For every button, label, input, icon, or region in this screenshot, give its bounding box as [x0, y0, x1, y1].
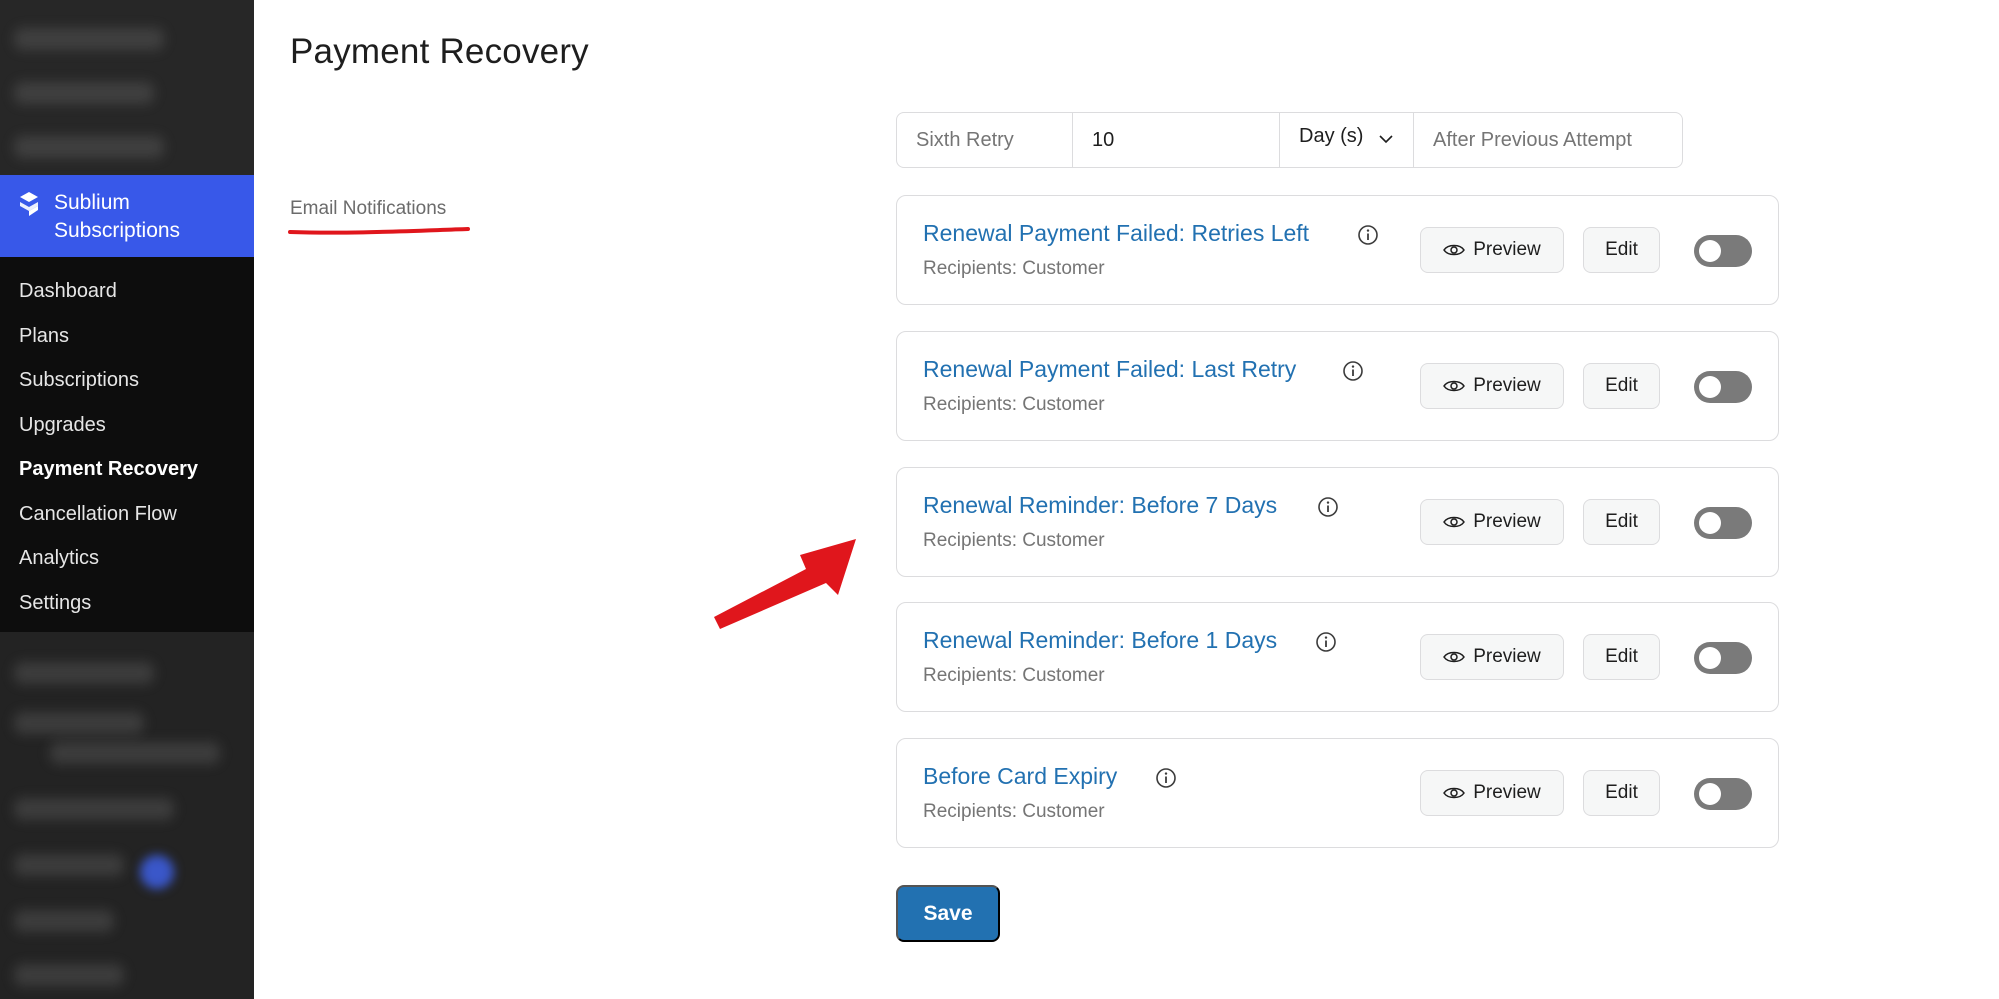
notification-recipients: Recipients: Customer — [923, 530, 1105, 551]
preview-label: Preview — [1473, 646, 1541, 667]
preview-label: Preview — [1473, 782, 1541, 803]
notification-title-link[interactable]: Renewal Reminder: Before 7 Days — [923, 492, 1277, 519]
red-arrow — [714, 539, 856, 629]
edit-button[interactable]: Edit — [1583, 770, 1660, 816]
blurred-menu-top — [0, 0, 254, 175]
notification-title-link[interactable]: Before Card Expiry — [923, 763, 1117, 790]
info-icon[interactable] — [1317, 496, 1339, 518]
notification-card: Renewal Payment Failed: Last Retry Recip… — [896, 331, 1779, 441]
sidebar-item-upgrades[interactable]: Upgrades — [0, 403, 254, 448]
save-button[interactable]: Save — [896, 885, 1000, 942]
notification-card: Renewal Payment Failed: Retries Left Rec… — [896, 195, 1779, 305]
notification-recipients: Recipients: Customer — [923, 258, 1105, 279]
retry-after-label: After Previous Attempt — [1433, 128, 1632, 151]
retry-unit-select[interactable]: Day (s) — [1280, 113, 1414, 167]
eye-icon — [1443, 380, 1466, 392]
notification-toggle[interactable] — [1694, 642, 1752, 674]
notification-card: Renewal Reminder: Before 1 Days Recipien… — [896, 602, 1779, 712]
section-label-email-notifications: Email Notifications — [290, 198, 447, 219]
retry-label: Sixth Retry — [897, 113, 1073, 167]
retry-days-input[interactable]: 10 — [1073, 113, 1280, 167]
blurred-badge — [140, 855, 174, 889]
sidebar-item-analytics[interactable]: Analytics — [0, 536, 254, 581]
notification-title-link[interactable]: Renewal Payment Failed: Retries Left — [923, 220, 1309, 247]
notification-title-link[interactable]: Renewal Payment Failed: Last Retry — [923, 356, 1296, 383]
toggle-knob — [1699, 647, 1721, 669]
notification-toggle[interactable] — [1694, 778, 1752, 810]
preview-label: Preview — [1473, 511, 1541, 532]
eye-icon — [1443, 516, 1466, 528]
notification-toggle[interactable] — [1694, 235, 1752, 267]
app: Sublium Subscriptions Dashboard Plans Su… — [0, 0, 1999, 999]
brand-label: Sublium Subscriptions — [54, 191, 181, 242]
info-icon[interactable] — [1357, 224, 1379, 246]
info-icon[interactable] — [1342, 360, 1364, 382]
notification-recipients: Recipients: Customer — [923, 665, 1105, 686]
retry-unit-value: Day (s) — [1299, 125, 1364, 147]
notification-card: Renewal Reminder: Before 7 Days Recipien… — [896, 467, 1779, 577]
sidebar-item-dashboard[interactable]: Dashboard — [0, 269, 254, 314]
sublium-logo-icon — [20, 192, 38, 216]
sidebar-item-plans[interactable]: Plans — [0, 314, 254, 359]
page-title: Payment Recovery — [290, 32, 589, 71]
sidebar-item-subscriptions[interactable]: Subscriptions — [0, 358, 254, 403]
toggle-knob — [1699, 376, 1721, 398]
notification-recipients: Recipients: Customer — [923, 801, 1105, 822]
notification-toggle[interactable] — [1694, 371, 1752, 403]
sidebar-item-payment-recovery[interactable]: Payment Recovery — [0, 447, 254, 492]
info-icon[interactable] — [1315, 631, 1337, 653]
eye-icon — [1443, 651, 1466, 663]
eye-icon — [1443, 244, 1466, 256]
blurred-menu-bottom — [0, 632, 254, 999]
notification-recipients: Recipients: Customer — [923, 394, 1105, 415]
sidebar-item-cancellation-flow[interactable]: Cancellation Flow — [0, 492, 254, 537]
red-underline — [288, 227, 470, 235]
submenu: Dashboard Plans Subscriptions Upgrades P… — [0, 257, 254, 632]
preview-label: Preview — [1473, 239, 1541, 260]
toggle-knob — [1699, 240, 1721, 262]
preview-button[interactable]: Preview — [1420, 770, 1564, 816]
info-icon[interactable] — [1155, 767, 1177, 789]
toggle-knob — [1699, 783, 1721, 805]
preview-button[interactable]: Preview — [1420, 363, 1564, 409]
sidebar-item-settings[interactable]: Settings — [0, 581, 254, 626]
eye-icon — [1443, 787, 1466, 799]
chevron-down-icon — [1379, 135, 1393, 144]
preview-label: Preview — [1473, 375, 1541, 396]
sidebar-item-sublium-subscriptions[interactable]: Sublium Subscriptions — [0, 175, 254, 257]
admin-sidebar: Sublium Subscriptions Dashboard Plans Su… — [0, 0, 254, 999]
notification-title-link[interactable]: Renewal Reminder: Before 1 Days — [923, 627, 1277, 654]
edit-button[interactable]: Edit — [1583, 499, 1660, 545]
edit-button[interactable]: Edit — [1583, 363, 1660, 409]
preview-button[interactable]: Preview — [1420, 499, 1564, 545]
retry-setting-row: Sixth Retry 10 Day (s) After Previous At… — [896, 112, 1683, 168]
preview-button[interactable]: Preview — [1420, 227, 1564, 273]
preview-button[interactable]: Preview — [1420, 634, 1564, 680]
notification-toggle[interactable] — [1694, 507, 1752, 539]
edit-button[interactable]: Edit — [1583, 227, 1660, 273]
edit-button[interactable]: Edit — [1583, 634, 1660, 680]
main-content: Payment Recovery Email Notifications Six… — [254, 0, 1999, 999]
notification-card: Before Card Expiry Recipients: Customer … — [896, 738, 1779, 848]
toggle-knob — [1699, 512, 1721, 534]
